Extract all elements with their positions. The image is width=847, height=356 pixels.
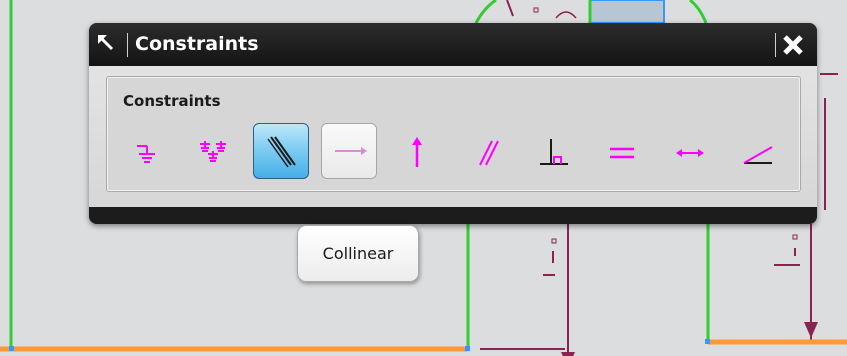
- constant-length-icon: [676, 149, 704, 157]
- fully-fixed-icon: [200, 141, 226, 162]
- horizontal-constraint-button[interactable]: [321, 123, 377, 179]
- dimension-arrowhead-1: [561, 352, 575, 356]
- close-divider: [775, 33, 776, 57]
- fully-fixed-constraint-button[interactable]: [186, 125, 242, 181]
- horizontal-icon: [335, 147, 367, 155]
- tooltip-text: Collinear: [322, 244, 394, 263]
- point-marker-1[interactable]: [9, 346, 14, 351]
- parallel-constraint-button[interactable]: [458, 125, 514, 181]
- point-marker-3[interactable]: [705, 339, 710, 344]
- vertical-icon: [412, 137, 422, 167]
- dialog-title: Constraints: [135, 33, 259, 55]
- fixed-constraint-button[interactable]: [117, 125, 173, 181]
- pin-icon[interactable]: [92, 32, 120, 56]
- close-icon[interactable]: [779, 31, 807, 59]
- fixed-icon: [137, 145, 155, 163]
- point-marker-2[interactable]: [465, 346, 470, 351]
- dialog-titlebar[interactable]: Constraints: [89, 23, 817, 66]
- constant-angle-icon: [743, 146, 773, 164]
- vertical-constraint-button[interactable]: [389, 125, 445, 181]
- title-divider: [127, 33, 128, 57]
- perpendicular-icon: [540, 139, 568, 165]
- group-label: Constraints: [123, 92, 221, 110]
- collinear-constraint-button[interactable]: [253, 123, 309, 179]
- highlighted-rectangle[interactable]: [589, 0, 665, 24]
- tooltip: Collinear: [297, 225, 419, 282]
- dialog-footer: [89, 207, 817, 224]
- parallel-icon: [479, 140, 499, 166]
- constant-angle-constraint-button[interactable]: [730, 125, 786, 181]
- equal-length-constraint-button[interactable]: [594, 125, 650, 181]
- constraints-dialog: Constraints: [89, 23, 817, 224]
- collinear-icon: [267, 136, 296, 168]
- constant-length-constraint-button[interactable]: [662, 125, 718, 181]
- equal-length-icon: [610, 147, 634, 159]
- perpendicular-constraint-button[interactable]: [526, 125, 582, 181]
